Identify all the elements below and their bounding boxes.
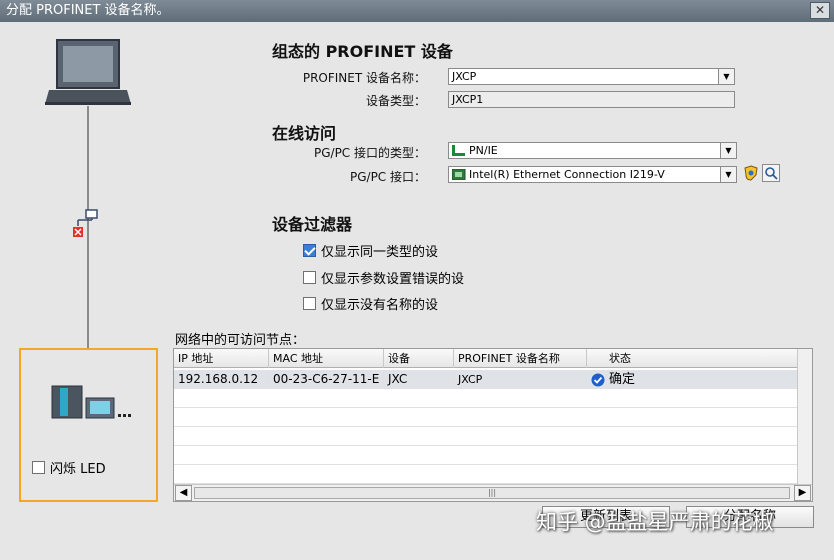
column-header-device[interactable]: 设备 [384,349,454,368]
status-text: 确定 [609,372,636,387]
column-header-mac[interactable]: MAC 地址 [269,349,384,368]
chevron-down-icon[interactable]: ▼ [718,69,734,84]
shield-icon[interactable] [742,165,760,183]
device-type-value: JXCP1 [452,93,484,106]
table-row [174,389,798,408]
interface-label: PG/PC 接口： [349,170,426,184]
filter-checkbox-param-error[interactable] [303,271,316,284]
network-card-icon [452,169,466,180]
plc-device-icon [51,385,131,419]
table-row [174,427,798,446]
cell-profinet-name: JXCP [454,370,587,389]
filter-label-same-type: 仅显示同一类型的设 [321,245,439,260]
nodes-caption: 网络中的可访问节点： [175,333,306,348]
cell-device: JXC [384,370,454,389]
filter-option-param-error[interactable]: 仅显示参数设置错误的设 [303,268,465,287]
column-header-ip[interactable]: IP 地址 [174,349,269,368]
close-icon[interactable]: ✕ [810,2,830,19]
flash-led-row[interactable]: 闪烁 LED [32,458,106,477]
vertical-scrollbar[interactable] [797,349,812,485]
chevron-down-icon[interactable]: ▼ [720,143,736,158]
cell-ip: 192.168.0.12 [174,370,269,389]
device-filter-heading: 设备过滤器 [272,215,353,234]
scrollbar-thumb[interactable]: ||| [194,487,790,499]
pnie-icon [452,145,465,156]
column-header-profinet-name[interactable]: PROFINET 设备名称 [454,349,587,368]
table-row [174,408,798,427]
filter-option-no-name[interactable]: 仅显示没有名称的设 [303,294,439,313]
device-type-label: 设备类型： [365,94,426,108]
configured-device-heading: 组态的 PROFINET 设备 [272,42,453,61]
online-access-heading: 在线访问 [272,124,337,143]
filter-option-same-type[interactable]: 仅显示同一类型的设 [303,241,439,260]
flash-led-checkbox[interactable] [32,461,45,474]
filter-checkbox-no-name[interactable] [303,297,316,310]
cell-mac: 00-23-C6-27-11-E [269,370,384,389]
check-circle-icon [591,373,605,386]
device-name-value: JXCP [452,70,477,83]
flash-led-label: 闪烁 LED [50,462,106,477]
column-header-status[interactable]: 状态 [587,349,798,368]
filter-label-no-name: 仅显示没有名称的设 [321,298,439,313]
watermark: 知乎 @盐盐星严肃的花椒 [536,510,774,534]
scroll-left-icon[interactable]: ◀ [175,485,192,501]
interface-value: Intel(R) Ethernet Connection I219-V [469,168,665,181]
interface-combo[interactable]: Intel(R) Ethernet Connection I219-V ▼ [448,166,737,183]
table-row[interactable]: 192.168.0.12 00-23-C6-27-11-E JXC JXCP 确… [174,370,798,389]
table-row [174,446,798,465]
device-type-field: JXCP1 [448,91,735,108]
device-panel: 闪烁 LED [19,348,158,502]
chevron-down-icon[interactable]: ▼ [720,167,736,182]
window-titlebar: 分配 PROFINET 设备名称。 ✕ [0,0,834,22]
filter-label-param-error: 仅显示参数设置错误的设 [321,272,465,287]
error-icon [73,227,83,237]
window-title: 分配 PROFINET 设备名称。 [6,3,170,18]
horizontal-scrollbar[interactable]: ◀ ||| ▶ [174,484,812,501]
interface-type-value: PN/IE [469,144,498,157]
table-header: IP 地址 MAC 地址 设备 PROFINET 设备名称 状态 [174,349,798,368]
device-name-label: PROFINET 设备名称： [302,71,426,85]
interface-type-label: PG/PC 接口的类型： [313,146,426,160]
laptop-icon [45,39,131,105]
nodes-table: IP 地址 MAC 地址 设备 PROFINET 设备名称 状态 192.168… [173,348,813,502]
scroll-right-icon[interactable]: ▶ [794,485,811,501]
table-row [174,465,798,484]
interface-type-combo[interactable]: PN/IE ▼ [448,142,737,159]
filter-checkbox-same-type[interactable] [303,244,316,257]
search-network-icon[interactable] [762,164,780,182]
device-name-combo[interactable]: JXCP ▼ [448,68,735,85]
cell-status: 确定 [587,370,798,389]
